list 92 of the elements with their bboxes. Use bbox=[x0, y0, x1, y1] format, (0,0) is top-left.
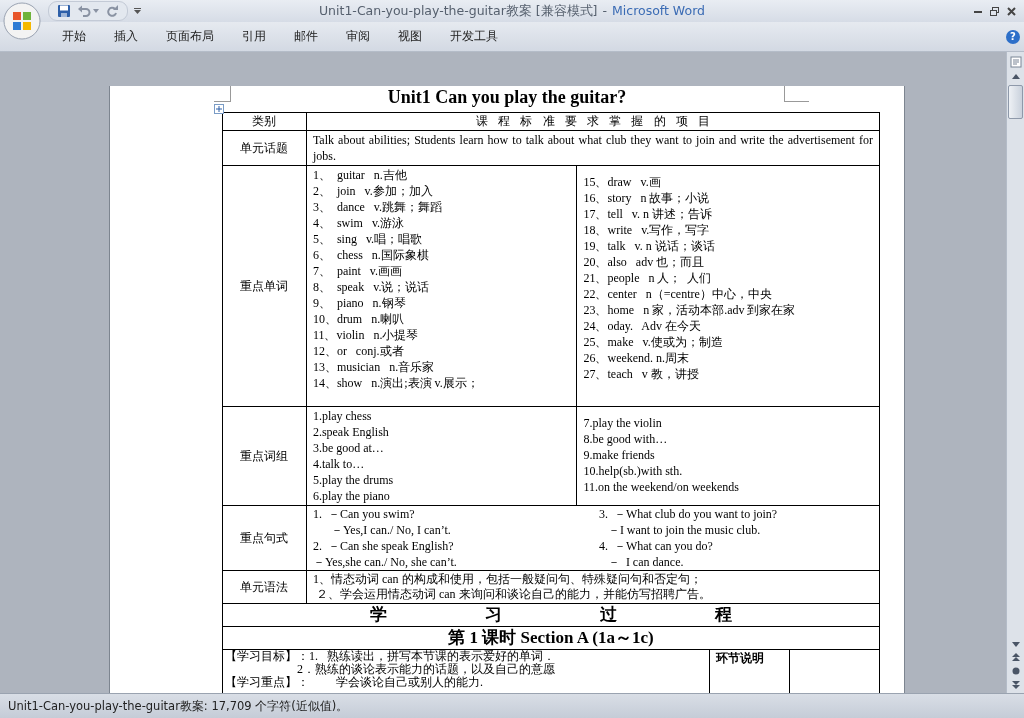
table-move-icon[interactable] bbox=[214, 104, 224, 114]
phrase-item: 1.play chess bbox=[312, 408, 373, 424]
grammar-item: ２、学会运用情态动词 can 来询问和谈论自己的能力，并能仿写招聘广告。 bbox=[314, 587, 712, 602]
vocabulary-item: 11、violin n.小提琴 bbox=[312, 327, 420, 343]
vertical-scrollbar[interactable] bbox=[1006, 52, 1024, 693]
vocabulary-item: 16、story n 故事；小说 bbox=[583, 190, 711, 206]
sentence-item: 1. －Can you swim? bbox=[312, 506, 416, 522]
table-header: 课 程 标 准 要 求 掌 握 的 项 目 bbox=[475, 114, 710, 128]
phrase-item: 4.talk to… bbox=[312, 456, 366, 472]
help-button[interactable]: ? bbox=[1006, 29, 1020, 44]
window-title: Unit1-Can-you-play-the-guitar教案 [兼容模式] bbox=[318, 2, 598, 18]
phrase-item: 3.be good at… bbox=[312, 440, 385, 456]
scroll-thumb[interactable] bbox=[1008, 85, 1023, 119]
document-title: Unit1 Can you play the guitar? bbox=[387, 86, 627, 108]
phrase-item: 5.play the drums bbox=[312, 472, 395, 488]
vocabulary-item: 6、 chess n.国际象棋 bbox=[312, 247, 430, 263]
vocabulary-item: 14、show n.演出;表演 v.展示； bbox=[312, 375, 480, 391]
sentence-item: 2. －Can she speak English? bbox=[312, 538, 455, 554]
previous-page-icon[interactable] bbox=[1011, 653, 1020, 661]
minimize-icon[interactable] bbox=[974, 9, 982, 13]
ribbon-tab[interactable]: 页面布局 bbox=[152, 25, 228, 48]
vocabulary-item: 4、 swim v.游泳 bbox=[312, 215, 406, 231]
phrase-item: 10.help(sb.)with sth. bbox=[583, 463, 684, 479]
phrase-item: 9.make friends bbox=[583, 447, 656, 463]
table-cell: Talk about abilities; Students learn how to talk about what club they want to join and write the advertisement for jobs. bbox=[312, 133, 873, 163]
vocabulary-item: 10、drum n.喇叭 bbox=[312, 311, 406, 327]
table-cell: 类别 bbox=[252, 114, 277, 129]
scroll-up-icon[interactable] bbox=[1011, 74, 1020, 79]
vocabulary-item: 21、people n 人； 人们 bbox=[583, 270, 713, 286]
ruler-toggle-icon[interactable] bbox=[1009, 56, 1022, 68]
vocabulary-item: 3、 dance v.跳舞；舞蹈 bbox=[312, 199, 444, 215]
row-label: 单元语法 bbox=[240, 579, 289, 595]
vocabulary-item: 13、musician n.音乐家 bbox=[312, 359, 436, 375]
customize-caret-icon[interactable] bbox=[134, 8, 141, 14]
row-label: 重点句式 bbox=[240, 530, 289, 546]
vocabulary-item: 27、teach v 教，讲授 bbox=[583, 366, 700, 382]
close-icon[interactable] bbox=[1007, 6, 1016, 16]
objective-item: 【学习目标】：1. 熟练读出，拼写本节课的表示爱好的单词． bbox=[225, 650, 556, 663]
crop-mark bbox=[214, 86, 231, 102]
lesson-heading: 第 1 课时 Section A (1a～1c) bbox=[448, 628, 654, 647]
vocabulary-item: 1、 guitar n.吉他 bbox=[312, 167, 408, 183]
vocabulary-item: 15、draw v.画 bbox=[583, 174, 662, 190]
sentence-item: 4. －What can you do? bbox=[598, 538, 714, 554]
vocabulary-item: 24、oday. Adv 在今天 bbox=[583, 318, 703, 334]
row-label: 重点单词 bbox=[240, 278, 289, 294]
sentence-item: － I can dance. bbox=[606, 554, 685, 570]
vocabulary-item: 22、center n（=centre）中心，中央 bbox=[583, 286, 773, 302]
vocabulary-item: 5、 sing v.唱；唱歌 bbox=[312, 231, 424, 247]
ribbon-tab[interactable]: 引用 bbox=[228, 25, 280, 48]
section-heading: 学 习 过 程 bbox=[370, 605, 732, 624]
sentence-item: 3. －What club do you want to join? bbox=[598, 506, 779, 522]
ribbon-tab[interactable]: 开始 bbox=[48, 25, 100, 48]
ribbon-tab[interactable]: 邮件 bbox=[280, 25, 332, 48]
grammar-item: 1、情态动词 can 的构成和使用，包括一般疑问句、特殊疑问句和否定句； bbox=[312, 572, 703, 587]
sentence-item: －Yes,she can./ No, she can’t. bbox=[312, 554, 458, 570]
vocabulary-item: 19、talk v. n 说话；谈话 bbox=[583, 238, 716, 254]
phrase-item: 7.play the violin bbox=[583, 415, 663, 431]
vocabulary-item: 2、 join v.参加；加入 bbox=[312, 183, 434, 199]
app-name: Microsoft Word bbox=[612, 2, 705, 18]
vocabulary-item: 12、or conj.或者 bbox=[312, 343, 405, 359]
phrase-item: 8.be good with… bbox=[583, 431, 669, 447]
objective-item: 【学习重点】： 学会谈论自己或别人的能力. bbox=[225, 676, 484, 689]
sentence-item: －Yes,I can./ No, I can’t. bbox=[329, 522, 452, 538]
browse-object-icon[interactable] bbox=[1011, 667, 1020, 675]
phrase-item: 6.play the piano bbox=[312, 488, 391, 504]
vocabulary-item: 26、weekend. n.周末 bbox=[583, 350, 691, 366]
next-page-icon[interactable] bbox=[1011, 681, 1020, 689]
row-label: 重点词组 bbox=[240, 448, 289, 464]
crop-mark bbox=[784, 86, 809, 102]
save-icon[interactable] bbox=[57, 4, 71, 18]
vocabulary-item: 20、also adv 也；而且 bbox=[583, 254, 706, 270]
sentence-item: －I want to join the music club. bbox=[606, 522, 762, 538]
restore-icon[interactable] bbox=[990, 6, 999, 16]
ribbon-tab[interactable]: 插入 bbox=[100, 25, 152, 48]
column-heading: 环节说明 bbox=[716, 651, 765, 665]
phrase-item: 2.speak English bbox=[312, 424, 390, 440]
scroll-down-icon[interactable] bbox=[1011, 642, 1020, 647]
ribbon-tab[interactable]: 审阅 bbox=[332, 25, 384, 48]
ribbon-tab[interactable]: 视图 bbox=[384, 25, 436, 48]
objective-item: 2．熟练的谈论表示能力的话题，以及自己的意愿 bbox=[296, 663, 556, 676]
vocabulary-item: 18、write v.写作，写字 bbox=[583, 222, 711, 238]
vocabulary-item: 23、home n 家，活动本部.adv 到家在家 bbox=[583, 302, 797, 318]
row-label: 单元话题 bbox=[240, 140, 289, 156]
phrase-item: 11.on the weekend/on weekends bbox=[583, 479, 740, 495]
vocabulary-item: 9、 piano n.钢琴 bbox=[312, 295, 407, 311]
vocabulary-item: 17、tell v. n 讲述；告诉 bbox=[583, 206, 714, 222]
vocabulary-item: 25、make v.使或为；制造 bbox=[583, 334, 724, 350]
ribbon-tab[interactable]: 开发工具 bbox=[436, 25, 512, 48]
vocabulary-item: 7、 paint v.画画 bbox=[312, 263, 404, 279]
status-text: Unit1-Can-you-play-the-guitar教案: 17,709 个字符(近似值)。 bbox=[8, 698, 349, 714]
vocabulary-item: 8、 speak v.说；说话 bbox=[312, 279, 431, 295]
title-separator: - bbox=[602, 2, 607, 18]
